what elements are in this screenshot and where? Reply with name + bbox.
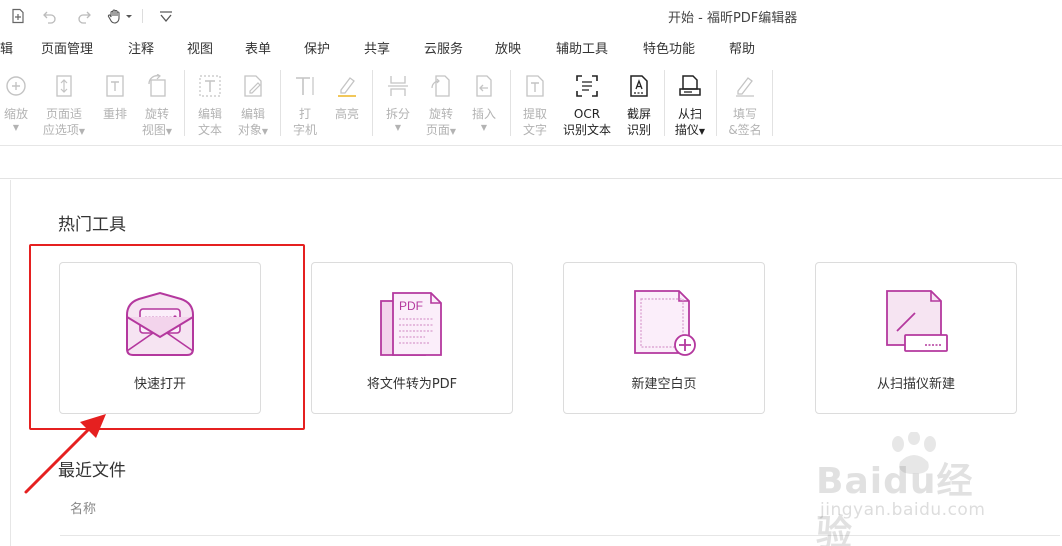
new-blank-page-card[interactable]: 新建空白页 bbox=[563, 262, 765, 414]
rotate-view-icon bbox=[148, 74, 166, 97]
menu-item-features[interactable]: 特色功能 bbox=[643, 38, 695, 57]
reflow-label: 重排 bbox=[102, 107, 127, 121]
hand-tool-icon[interactable] bbox=[106, 6, 134, 26]
extract-text-label-2: 文字 bbox=[522, 123, 547, 137]
menu-item-cloud[interactable]: 云服务 bbox=[424, 38, 463, 57]
scanner-new-icon bbox=[886, 290, 948, 352]
edit-text-icon bbox=[199, 75, 221, 97]
chevron-down-icon: ▼ bbox=[394, 123, 402, 132]
window-title: 开始 - 福昕PDF编辑器 bbox=[668, 11, 798, 26]
page-fit-button[interactable]: 页面适 应选项▼ bbox=[39, 64, 89, 140]
page-fit-label-2: 应选项 bbox=[42, 123, 79, 137]
menu-item-slideshow[interactable]: 放映 bbox=[495, 38, 521, 57]
convert-to-pdf-card[interactable]: PDF 将文件转为PDF bbox=[311, 262, 513, 414]
menu-item-page-management[interactable]: 页面管理 bbox=[41, 38, 93, 57]
fill-sign-icon bbox=[736, 77, 754, 97]
fill-sign-label-2: &签名 bbox=[728, 123, 762, 137]
menu-item-assist-tools[interactable]: 辅助工具 bbox=[556, 38, 608, 57]
extract-text-label-1: 提取 bbox=[522, 107, 547, 121]
scanner-icon bbox=[679, 75, 701, 96]
edit-object-label-1: 编辑 bbox=[240, 107, 265, 121]
edit-object-icon bbox=[244, 75, 262, 97]
from-scanner-label-2: 描仪 bbox=[674, 123, 699, 137]
rotate-view-label-1: 旋转 bbox=[144, 107, 169, 121]
menu-item-protect[interactable]: 保护 bbox=[304, 38, 330, 57]
rotate-view-label-2: 视图 bbox=[141, 123, 166, 137]
annotation-arrow-icon bbox=[24, 414, 106, 494]
toolbar-divider bbox=[142, 9, 143, 23]
new-from-scanner-card[interactable]: 从扫描仪新建 bbox=[815, 262, 1017, 414]
new-blank-page-label: 新建空白页 bbox=[631, 377, 697, 392]
rotate-page-label-2: 页面 bbox=[425, 123, 450, 137]
screenshot-ocr-icon bbox=[630, 75, 648, 97]
menu-item-form[interactable]: 表单 bbox=[245, 38, 271, 57]
typewriter-label-1: 打 bbox=[298, 107, 311, 121]
edit-object-label-2: 对象 bbox=[237, 123, 262, 137]
page-fit-label-1: 页面适 bbox=[45, 107, 82, 121]
convert-to-pdf-label: 将文件转为PDF bbox=[366, 377, 458, 392]
menu-item-edit[interactable]: 辑 bbox=[0, 38, 13, 57]
screenshot-ocr-button[interactable]: 截屏 识别 bbox=[614, 64, 664, 140]
highlight-button[interactable]: 高亮 bbox=[322, 64, 372, 140]
zoom-icon bbox=[6, 76, 26, 96]
chevron-down-icon: ▼ bbox=[480, 123, 488, 132]
new-from-scanner-label: 从扫描仪新建 bbox=[876, 377, 955, 392]
document-tab-bar bbox=[0, 147, 1062, 179]
convert-to-pdf-icon: PDF bbox=[380, 292, 442, 356]
edit-text-label-1: 编辑 bbox=[197, 107, 222, 121]
app-window: 开始 - 福昕PDF编辑器 辑 页面管理 注释 视图 表单 保护 共享 云服务 … bbox=[0, 0, 1062, 546]
new-file-icon[interactable] bbox=[8, 6, 28, 26]
new-blank-page-icon bbox=[634, 290, 696, 356]
insert-page-icon bbox=[476, 75, 492, 97]
highlight-label: 高亮 bbox=[334, 107, 359, 121]
side-divider bbox=[10, 180, 11, 546]
fill-sign-label-1: 填写 bbox=[732, 107, 757, 121]
from-scanner-label-1: 从扫 bbox=[677, 107, 702, 121]
insert-label: 插入 bbox=[471, 107, 496, 121]
reflow-icon bbox=[106, 75, 124, 97]
watermark-url: jingyan.baidu.com bbox=[820, 500, 986, 520]
menu-item-annotate[interactable]: 注释 bbox=[128, 38, 154, 57]
menu-item-share[interactable]: 共享 bbox=[364, 38, 390, 57]
hot-tools-title: 热门工具 bbox=[58, 215, 126, 235]
screenshot-ocr-label-1: 截屏 bbox=[626, 107, 651, 121]
svg-text:PDF: PDF bbox=[399, 299, 423, 313]
split-label: 拆分 bbox=[385, 107, 410, 121]
zoom-label: 缩放 bbox=[3, 107, 28, 121]
menu-item-view[interactable]: 视图 bbox=[187, 38, 213, 57]
rotate-page-icon bbox=[431, 75, 450, 97]
highlighter-icon bbox=[338, 77, 356, 97]
insert-button[interactable]: 插入 ▼ bbox=[459, 64, 509, 140]
typewriter-icon bbox=[296, 77, 314, 95]
screenshot-ocr-label-2: 识别 bbox=[626, 123, 651, 137]
annotation-highlight-box bbox=[29, 244, 305, 430]
page-fit-icon bbox=[56, 75, 72, 97]
chevron-down-icon: ▼ bbox=[12, 123, 20, 132]
fill-sign-button[interactable]: 填写 &签名 bbox=[720, 64, 770, 140]
redo-icon[interactable] bbox=[74, 6, 94, 26]
menu-item-help[interactable]: 帮助 bbox=[729, 38, 755, 57]
edit-object-button[interactable]: 编辑 对象▼ bbox=[228, 64, 278, 140]
ocr-label-1: OCR bbox=[573, 107, 601, 121]
title-bar: 开始 - 福昕PDF编辑器 bbox=[0, 0, 1062, 32]
menu-bar: 辑 页面管理 注释 视图 表单 保护 共享 云服务 放映 辅助工具 特色功能 帮… bbox=[0, 32, 1062, 62]
typewriter-label-2: 字机 bbox=[292, 123, 317, 137]
ocr-icon bbox=[576, 75, 598, 97]
extract-text-icon bbox=[526, 75, 544, 97]
watermark: Baidu经验 jingyan.baidu.com bbox=[810, 432, 1010, 546]
ribbon-toolbar: 缩放 ▼ 页面适应选项▼ 重排 旋转视图▼ 编辑文本 编辑对象▼ 打字机 bbox=[0, 62, 1062, 146]
from-scanner-button[interactable]: 从扫 描仪▼ bbox=[665, 64, 715, 140]
undo-icon[interactable] bbox=[40, 6, 60, 26]
rotate-view-button[interactable]: 旋转 视图▼ bbox=[132, 64, 182, 140]
ocr-button[interactable]: OCR 识别文本 bbox=[562, 64, 612, 140]
ribbon-separator bbox=[772, 70, 773, 136]
rotate-page-label-1: 旋转 bbox=[428, 107, 453, 121]
ocr-label-2: 识别文本 bbox=[562, 123, 611, 137]
watermark-brand: Baidu经验 bbox=[816, 461, 974, 546]
edit-text-label-2: 文本 bbox=[197, 123, 222, 137]
split-icon bbox=[388, 76, 408, 96]
customize-dropdown-icon[interactable] bbox=[156, 6, 176, 26]
column-header-name[interactable]: 名称 bbox=[70, 498, 96, 517]
recent-files-title: 最近文件 bbox=[58, 461, 126, 481]
